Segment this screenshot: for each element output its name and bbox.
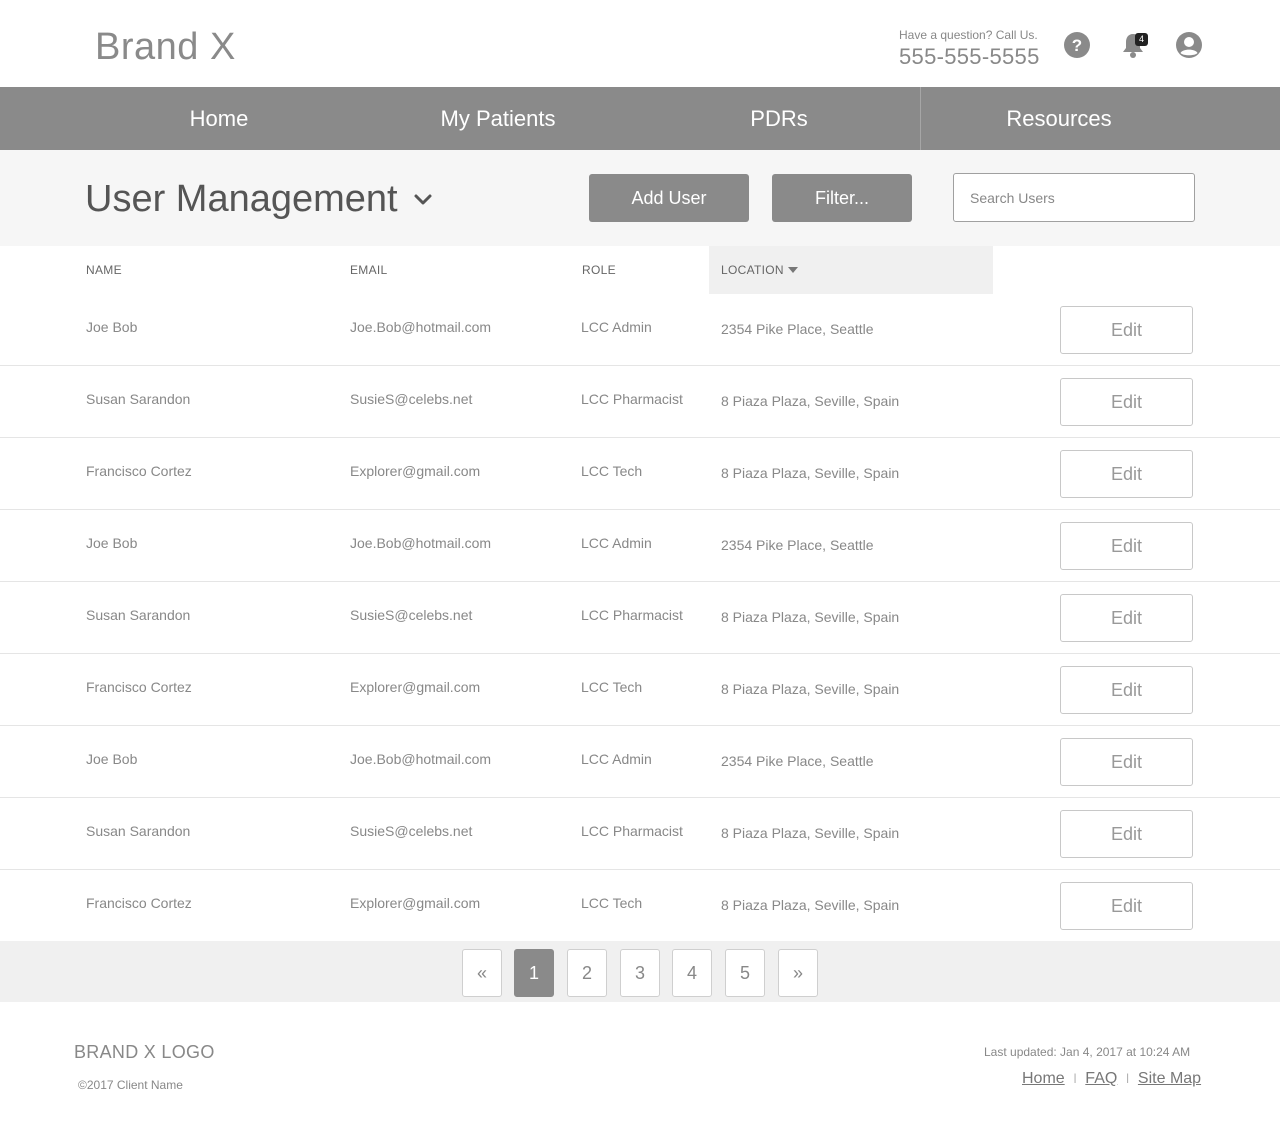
cell-name: Joe Bob (86, 751, 138, 767)
cell-name: Joe Bob (86, 319, 138, 335)
cell-email: Joe.Bob@hotmail.com (350, 751, 492, 767)
svg-text:?: ? (1072, 36, 1082, 55)
cell-name: Susan Sarandon (86, 607, 191, 623)
table-row: Susan Sarandon SusieS@celebs.net LCC Pha… (0, 582, 1280, 654)
footer-last-updated: Last updated: Jan 4, 2017 at 10:24 AM (984, 1045, 1191, 1059)
search-users-input[interactable] (953, 173, 1195, 222)
cell-location: 2354 Pike Place, Seattle (721, 753, 874, 769)
table-row: Joe Bob Joe.Bob@hotmail.com LCC Admin 23… (0, 294, 1280, 366)
column-header-location[interactable]: LOCATION (721, 246, 784, 294)
nav-item-resources[interactable]: Resources (921, 87, 1197, 150)
cell-location: 8 Piaza Plaza, Seville, Spain (721, 609, 900, 625)
help-icon[interactable]: ? (1063, 31, 1091, 59)
nav-item-my-patients[interactable]: My Patients (358, 87, 638, 150)
cell-role: LCC Tech (581, 679, 643, 695)
cell-location: 8 Piaza Plaza, Seville, Spain (721, 681, 900, 697)
footer-links: Home | FAQ | Site Map (1022, 1070, 1201, 1088)
cell-email: Joe.Bob@hotmail.com (350, 535, 492, 551)
cell-email: SusieS@celebs.net (350, 823, 473, 839)
cell-name: Susan Sarandon (86, 391, 191, 407)
pagination-page-5[interactable]: 5 (725, 949, 765, 997)
cell-name: Francisco Cortez (86, 679, 192, 695)
cell-name: Joe Bob (86, 535, 138, 551)
column-header-role[interactable]: ROLE (582, 246, 616, 294)
page-toolbar: User Management Add User Filter... (0, 150, 1280, 246)
nav-item-home[interactable]: Home (79, 87, 359, 150)
pagination-prev-button[interactable]: « (462, 949, 502, 997)
add-user-button[interactable]: Add User (589, 174, 749, 222)
table-row: Joe Bob Joe.Bob@hotmail.com LCC Admin 23… (0, 510, 1280, 582)
cell-location: 8 Piaza Plaza, Seville, Spain (721, 897, 900, 913)
cell-email: Explorer@gmail.com (350, 895, 481, 911)
sort-descending-icon[interactable] (788, 267, 798, 273)
cell-role: LCC Tech (581, 895, 643, 911)
main-nav: Home My Patients PDRs Resources (0, 87, 1280, 150)
cell-role: LCC Admin (581, 535, 652, 551)
table-body: Joe Bob Joe.Bob@hotmail.com LCC Admin 23… (0, 294, 1280, 942)
pagination: « 1 2 3 4 5 » (0, 941, 1280, 1002)
cell-role: LCC Pharmacist (581, 607, 683, 623)
table-row: Susan Sarandon SusieS@celebs.net LCC Pha… (0, 798, 1280, 870)
cell-location: 2354 Pike Place, Seattle (721, 321, 874, 337)
contact-question: Have a question? Call Us. (899, 28, 1038, 42)
chevron-down-icon[interactable] (412, 192, 434, 208)
footer-link-home[interactable]: Home (1022, 1070, 1065, 1087)
edit-button[interactable]: Edit (1060, 306, 1193, 354)
cell-name: Susan Sarandon (86, 823, 191, 839)
edit-button[interactable]: Edit (1060, 450, 1193, 498)
table-row: Francisco Cortez Explorer@gmail.com LCC … (0, 654, 1280, 726)
edit-button[interactable]: Edit (1060, 378, 1193, 426)
notification-badge: 4 (1135, 33, 1148, 46)
cell-location: 8 Piaza Plaza, Seville, Spain (721, 465, 900, 481)
edit-button[interactable]: Edit (1060, 522, 1193, 570)
footer-link-faq[interactable]: FAQ (1085, 1070, 1117, 1087)
footer-link-site-map[interactable]: Site Map (1138, 1070, 1201, 1087)
cell-role: LCC Pharmacist (581, 391, 683, 407)
table-row: Joe Bob Joe.Bob@hotmail.com LCC Admin 23… (0, 726, 1280, 798)
contact-info: Have a question? Call Us. 555-555-5555 (899, 28, 1040, 70)
filter-button[interactable]: Filter... (772, 174, 912, 222)
edit-button[interactable]: Edit (1060, 594, 1193, 642)
edit-button[interactable]: Edit (1060, 738, 1193, 786)
cell-location: 8 Piaza Plaza, Seville, Spain (721, 393, 900, 409)
footer-link-separator: | (1073, 1073, 1077, 1084)
cell-email: Joe.Bob@hotmail.com (350, 319, 492, 335)
cell-role: LCC Admin (581, 319, 652, 335)
cell-email: SusieS@celebs.net (350, 607, 473, 623)
table-row: Francisco Cortez Explorer@gmail.com LCC … (0, 870, 1280, 942)
table-header: NAME EMAIL ROLE LOCATION (0, 246, 1280, 294)
cell-name: Francisco Cortez (86, 895, 192, 911)
site-footer: BRAND X LOGO ©2017 Client Name Last upda… (0, 1002, 1280, 1121)
brand-logo[interactable]: Brand X (95, 26, 236, 69)
page-title: User Management (85, 178, 398, 220)
pagination-page-1[interactable]: 1 (514, 949, 554, 997)
site-header: Brand X Have a question? Call Us. 555-55… (0, 0, 1280, 87)
pagination-page-4[interactable]: 4 (672, 949, 712, 997)
nav-item-pdrs[interactable]: PDRs (639, 87, 919, 150)
edit-button[interactable]: Edit (1060, 810, 1193, 858)
cell-email: SusieS@celebs.net (350, 391, 473, 407)
cell-email: Explorer@gmail.com (350, 679, 481, 695)
cell-location: 2354 Pike Place, Seattle (721, 537, 874, 553)
cell-name: Francisco Cortez (86, 463, 192, 479)
cell-role: LCC Admin (581, 751, 652, 767)
footer-logo[interactable]: BRAND X LOGO (74, 1042, 215, 1063)
user-account-icon[interactable] (1175, 31, 1203, 59)
column-header-email[interactable]: EMAIL (350, 246, 388, 294)
contact-phone[interactable]: 555-555-5555 (899, 44, 1040, 70)
cell-location: 8 Piaza Plaza, Seville, Spain (721, 825, 900, 841)
cell-role: LCC Tech (581, 463, 643, 479)
footer-link-separator: | (1126, 1073, 1129, 1084)
pagination-page-3[interactable]: 3 (620, 949, 660, 997)
table-row: Susan Sarandon SusieS@celebs.net LCC Pha… (0, 366, 1280, 438)
table-row: Francisco Cortez Explorer@gmail.com LCC … (0, 438, 1280, 510)
footer-copyright: ©2017 Client Name (78, 1078, 183, 1092)
cell-role: LCC Pharmacist (581, 823, 683, 839)
cell-email: Explorer@gmail.com (350, 463, 481, 479)
pagination-next-button[interactable]: » (778, 949, 818, 997)
edit-button[interactable]: Edit (1060, 882, 1193, 930)
column-header-name[interactable]: NAME (86, 246, 122, 294)
pagination-page-2[interactable]: 2 (567, 949, 607, 997)
edit-button[interactable]: Edit (1060, 666, 1193, 714)
